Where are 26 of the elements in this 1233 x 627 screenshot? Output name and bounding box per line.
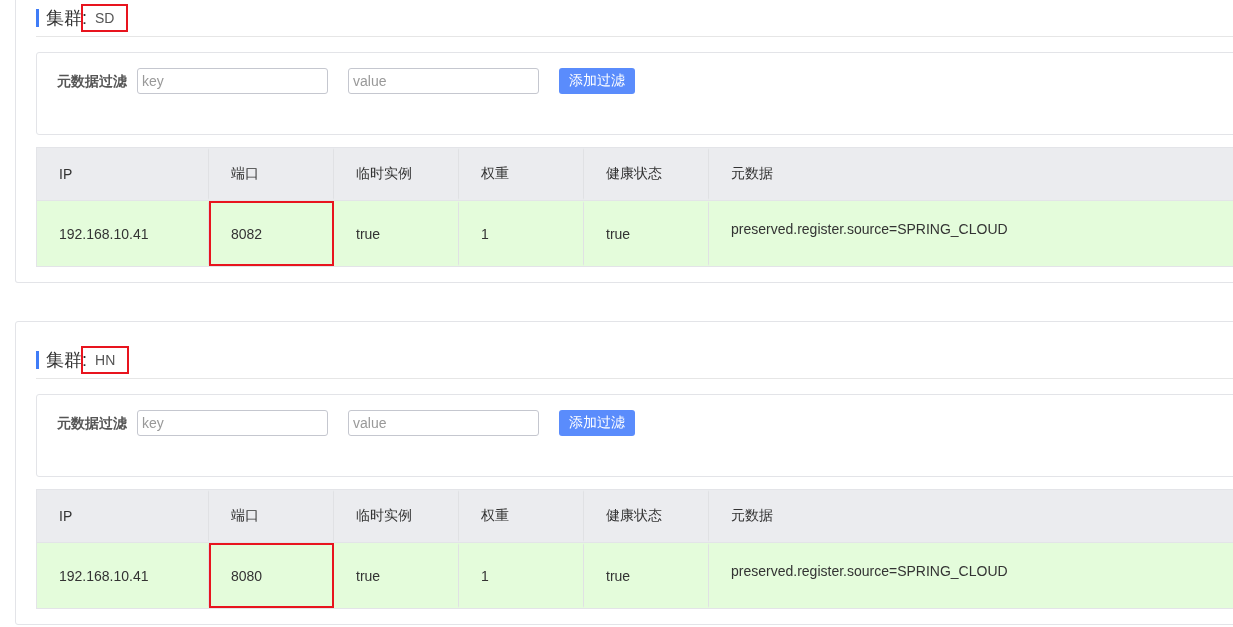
table-cell: 1 [459, 543, 584, 608]
table-cell: 8080 [209, 543, 334, 608]
add-filter-button[interactable]: 添加过滤 [559, 410, 635, 436]
accent-bar [36, 9, 39, 27]
column-header: 元数据 [730, 164, 774, 183]
table-cell: true [334, 201, 459, 266]
add-filter-button[interactable]: 添加过滤 [559, 68, 635, 94]
cluster-title: 集群: [46, 7, 87, 30]
value-input[interactable]: value [348, 410, 539, 436]
table-cell: 192.168.10.41 [37, 543, 209, 608]
table-cell-text: preserved.register.source=SPRING_CLOUD [730, 220, 1009, 239]
value-input[interactable]: value [348, 68, 539, 94]
table-cell: true [334, 543, 459, 608]
table-cell: 192.168.10.41 [37, 201, 209, 266]
accent-bar [36, 351, 39, 369]
filter-label: 元数据过滤 [57, 414, 127, 433]
table-cell: true [584, 201, 709, 266]
key-input[interactable]: key [137, 68, 328, 94]
key-input[interactable]: key [137, 410, 328, 436]
table-cell: true [584, 543, 709, 608]
table-cell: 1 [459, 201, 584, 266]
filter-label: 元数据过滤 [57, 72, 127, 91]
table-cell: 8082 [209, 201, 334, 266]
table-cell-text: preserved.register.source=SPRING_CLOUD [730, 562, 1009, 581]
cluster-title: 集群: [46, 349, 87, 372]
column-header: 元数据 [730, 506, 774, 525]
